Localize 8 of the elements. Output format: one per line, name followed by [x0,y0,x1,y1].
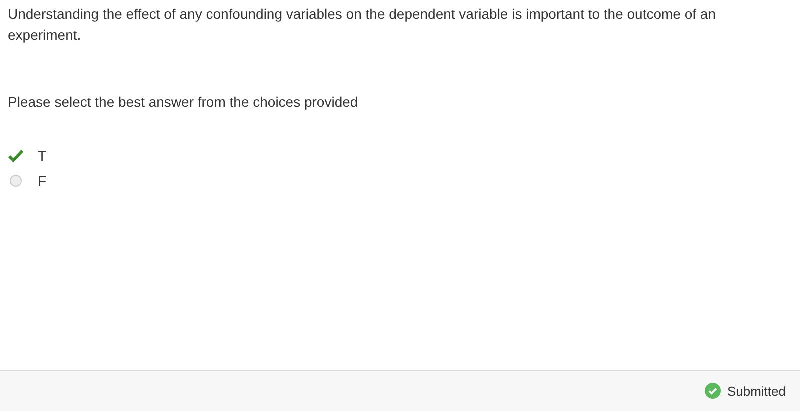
choice-label[interactable]: T [38,148,47,164]
question-text: Understanding the effect of any confounding variables on the dependent variable is important to the outcome of an experiment. [8,5,717,45]
choice-label[interactable]: F [38,173,47,189]
radio-button[interactable] [8,174,24,188]
status-text: Submitted [727,384,786,398]
instruction-text: Please select the best answer from the choices provided [8,93,360,112]
check-circle-icon [705,383,722,399]
check-icon[interactable] [8,149,24,163]
